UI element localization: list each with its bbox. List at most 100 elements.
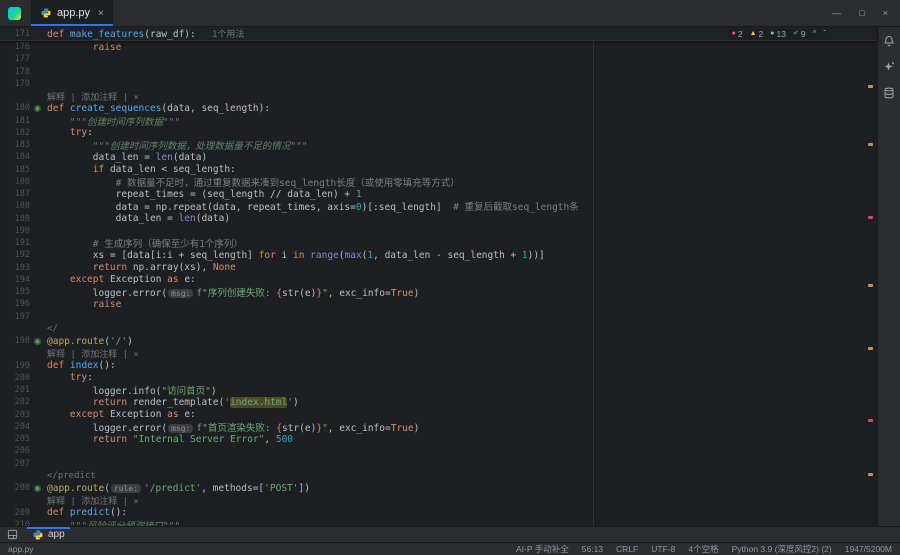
- inlay-hint-line[interactable]: 解释 | 添加注释 | ×: [0, 90, 877, 102]
- scrollbar-mark: [868, 419, 873, 422]
- tab-close-icon[interactable]: ×: [98, 8, 104, 19]
- code-line[interactable]: 192 xs = [data[i:i + seq_length] for i i…: [0, 249, 877, 261]
- sticky-line-number: 171: [0, 29, 30, 39]
- code-text: def index():: [44, 360, 116, 371]
- code-line[interactable]: 191 # 生成序列（确保至少有1个序列）: [0, 237, 877, 249]
- inspections-widget[interactable]: ●2 ▲2 ●13 ✔9 ^ ˇ: [727, 29, 831, 39]
- statusbar-items: AI-P 手动补全 56:13 CRLF UTF-8 4个空格 Python 3.9 (深…: [516, 543, 892, 555]
- line-number: 194: [0, 275, 30, 285]
- ai-gutter-icon[interactable]: [30, 485, 44, 492]
- ai-gutter-icon[interactable]: [30, 105, 44, 112]
- inspection-warnings[interactable]: ▲2: [750, 29, 764, 39]
- line-number: 207: [0, 459, 30, 469]
- code-line[interactable]: 201 logger.info("访问首页"): [0, 384, 877, 396]
- code-text: data = np.repeat(data, repeat_times, axi…: [44, 199, 579, 213]
- ide-logo-icon[interactable]: [8, 7, 21, 20]
- code-text: try:: [44, 127, 93, 138]
- line-number: 176: [0, 42, 30, 52]
- code-line[interactable]: 179: [0, 78, 877, 90]
- close-button[interactable]: ×: [883, 8, 888, 18]
- code-text: except Exception as e:: [44, 409, 196, 420]
- tool-window-layout-icon[interactable]: [6, 529, 18, 541]
- code-line[interactable]: 184 data_len = len(data): [0, 151, 877, 163]
- minimize-button[interactable]: —: [832, 8, 841, 18]
- run-tab[interactable]: app: [27, 527, 70, 542]
- line-number: 197: [0, 312, 30, 322]
- maximize-button[interactable]: □: [859, 8, 864, 18]
- code-line[interactable]: 206: [0, 445, 877, 457]
- code-line[interactable]: 205 return "Internal Server Error", 500: [0, 433, 877, 445]
- inlay-hint-line[interactable]: </predict: [0, 470, 877, 482]
- inspection-errors[interactable]: ●2: [732, 29, 743, 39]
- statusbar-item[interactable]: 4个空格: [688, 543, 718, 555]
- ai-gutter-icon[interactable]: [30, 338, 44, 345]
- line-number: 178: [0, 67, 30, 77]
- code-text: def predict():: [44, 507, 127, 518]
- scrollbar-stripe[interactable]: [866, 41, 874, 526]
- code-lines: 176 raise177178179解释 | 添加注释 | ×180def cr…: [0, 41, 877, 526]
- code-text: @app.route('/'): [44, 336, 133, 347]
- code-line[interactable]: 202 return render_template('index.html'): [0, 396, 877, 408]
- code-line[interactable]: 177: [0, 53, 877, 65]
- code-line[interactable]: 186 # 数据量不足时，通过重复数据来凑到seq_length长度（或使用零填…: [0, 176, 877, 188]
- code-line[interactable]: 176 raise: [0, 41, 877, 53]
- code-line[interactable]: 207: [0, 458, 877, 470]
- run-tab-label: app: [48, 529, 65, 540]
- bell-icon[interactable]: [883, 35, 895, 47]
- code-line[interactable]: 195 logger.error(msg:f"序列创建失败: {str(e)}"…: [0, 286, 877, 298]
- code-line[interactable]: 193 return np.array(xs), None: [0, 262, 877, 274]
- inlay-hint-line[interactable]: 解释 | 添加注释 | ×: [0, 347, 877, 359]
- code-line[interactable]: 189 data_len = len(data): [0, 213, 877, 225]
- ai-assistant-icon[interactable]: [883, 61, 895, 73]
- sticky-scope-line[interactable]: 171 def make_features(raw_df): 1个用法 ●2▲2…: [0, 27, 877, 41]
- code-text: 解释 | 添加注释 | ×: [44, 494, 139, 507]
- line-number: 190: [0, 226, 30, 236]
- editor-tab-app-py[interactable]: app.py ×: [31, 0, 113, 26]
- statusbar-item[interactable]: 1947/5200M: [845, 544, 892, 554]
- code-line[interactable]: 199def index():: [0, 360, 877, 372]
- code-text: return np.array(xs), None: [44, 262, 236, 273]
- next-problem-icon[interactable]: ˇ: [823, 30, 826, 38]
- code-text: </: [44, 323, 58, 334]
- statusbar-item[interactable]: UTF-8: [651, 544, 675, 554]
- python-icon: [32, 529, 44, 541]
- code-line[interactable]: 183 """创建时间序列数据，处理数据量不足的情况""": [0, 139, 877, 151]
- code-area[interactable]: 176 raise177178179解释 | 添加注释 | ×180def cr…: [0, 41, 877, 526]
- scrollbar-mark: [868, 473, 873, 476]
- code-line[interactable]: 210 """风险评分预测接口""": [0, 519, 877, 526]
- code-line[interactable]: 188 data = np.repeat(data, repeat_times,…: [0, 200, 877, 212]
- line-number: 208: [0, 483, 30, 493]
- line-number: 202: [0, 397, 30, 407]
- inspection-ok[interactable]: ✔9: [793, 29, 806, 39]
- database-icon[interactable]: [883, 87, 895, 99]
- statusbar-file-label: app.py: [8, 544, 34, 554]
- inspection-weak-warnings[interactable]: ●13: [770, 29, 786, 39]
- python-file-icon: [40, 7, 52, 19]
- code-text: repeat_times = (seq_length // data_len) …: [44, 189, 362, 200]
- inlay-hint-line[interactable]: 解释 | 添加注释 | ×: [0, 494, 877, 506]
- code-line[interactable]: 178: [0, 66, 877, 78]
- statusbar-item[interactable]: 56:13: [582, 544, 603, 554]
- line-number: 210: [0, 520, 30, 526]
- line-number: 198: [0, 336, 30, 346]
- titlebar: app.py × — □ ×: [0, 0, 900, 27]
- code-text: """风险评分预测接口""": [44, 518, 180, 526]
- statusbar-item[interactable]: CRLF: [616, 544, 638, 554]
- code-line[interactable]: 198 @app.route('/'): [0, 335, 877, 347]
- line-number: 192: [0, 250, 30, 260]
- inlay-hint-line[interactable]: </: [0, 323, 877, 335]
- statusbar-item[interactable]: Python 3.9 (深度风控2) (2): [732, 543, 832, 555]
- code-line[interactable]: 197: [0, 311, 877, 323]
- code-line[interactable]: 196 raise: [0, 298, 877, 310]
- line-number: 187: [0, 189, 30, 199]
- line-number: 196: [0, 299, 30, 309]
- code-line[interactable]: 204 logger.error(msg:f"首页渲染失败: {str(e)}"…: [0, 421, 877, 433]
- code-text: def create_sequences(data, seq_length):: [44, 103, 270, 114]
- code-line[interactable]: 208@app.route(rule:'/predict', methods=[…: [0, 482, 877, 494]
- ide-window: app.py × — □ × 171 def make_features(raw…: [0, 0, 900, 555]
- code-line[interactable]: 181 """创建时间序列数据""": [0, 115, 877, 127]
- statusbar-item[interactable]: AI-P 手动补全: [516, 543, 569, 555]
- editor: 171 def make_features(raw_df): 1个用法 ●2▲2…: [0, 27, 877, 526]
- line-number: 191: [0, 238, 30, 248]
- prev-problem-icon[interactable]: ^: [813, 30, 817, 38]
